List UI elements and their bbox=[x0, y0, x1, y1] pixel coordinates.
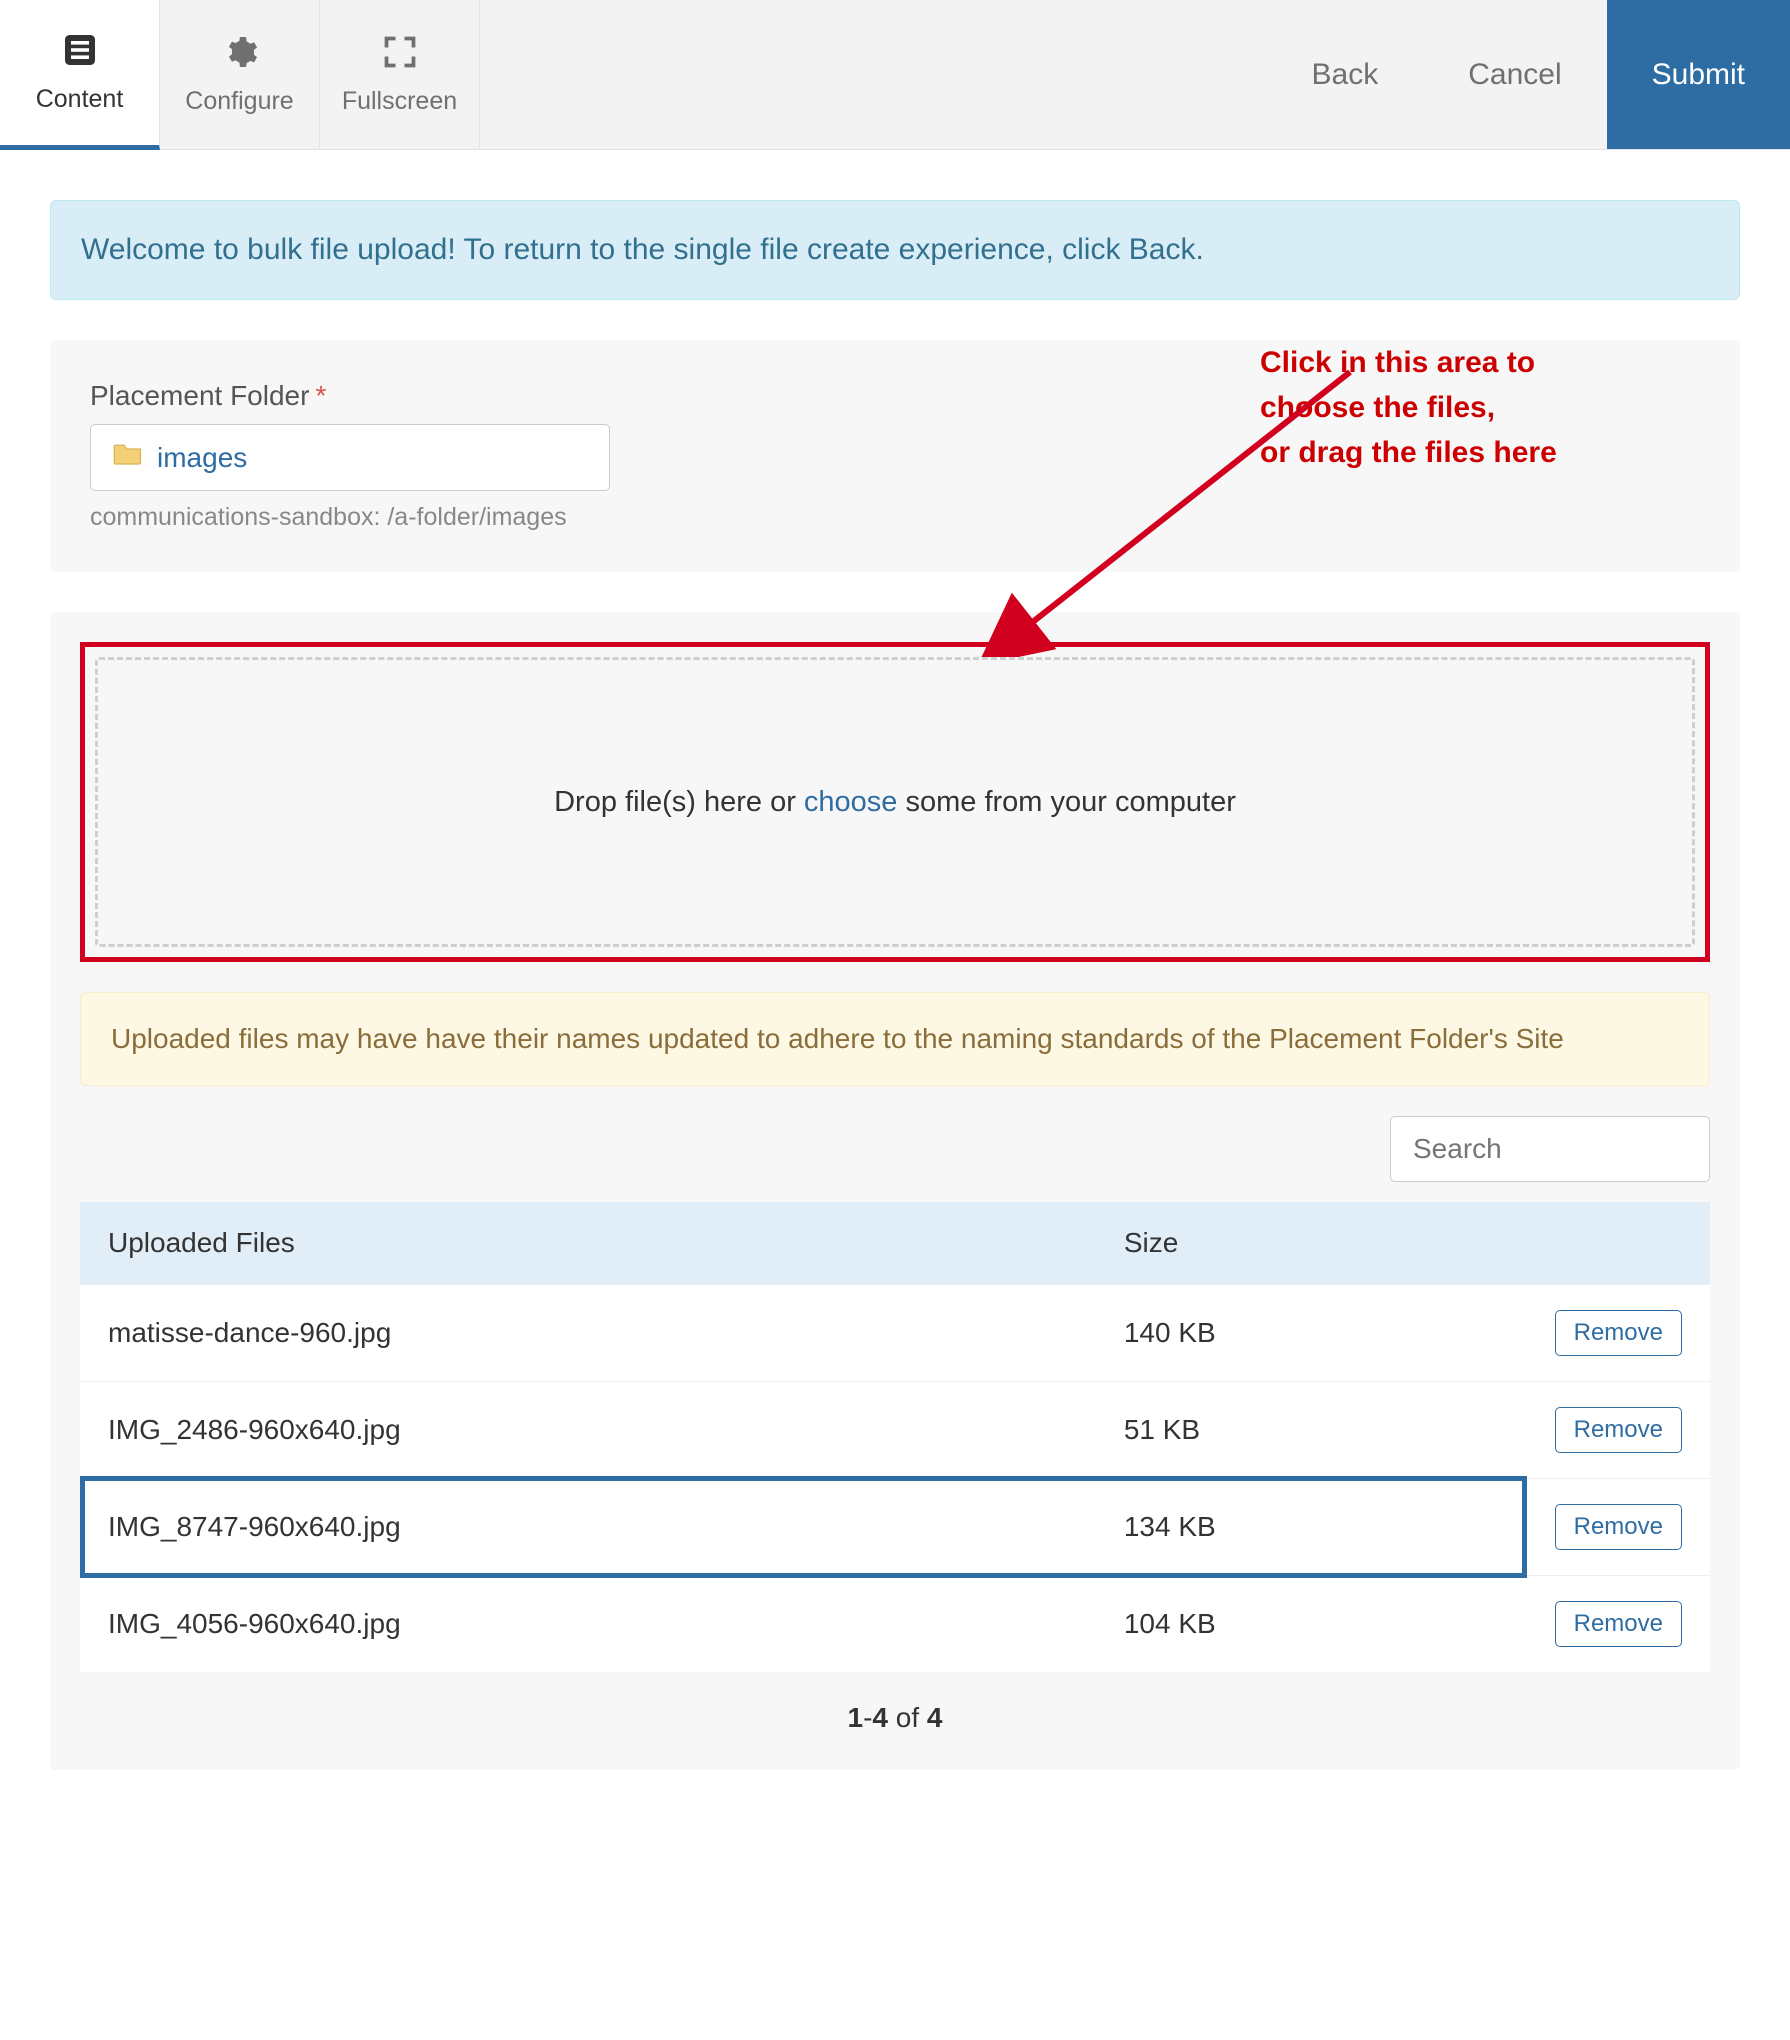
naming-warning: Uploaded files may have have their names… bbox=[80, 992, 1710, 1086]
tab-label: Configure bbox=[185, 87, 293, 116]
top-tab-bar: Content Configure Fullscreen Back Cancel… bbox=[0, 0, 1790, 150]
tab-label: Fullscreen bbox=[342, 87, 457, 116]
spacer bbox=[480, 0, 1267, 149]
col-header-file: Uploaded Files bbox=[80, 1202, 1096, 1285]
folder-selector[interactable]: images bbox=[90, 424, 610, 491]
file-actions-cell: Remove bbox=[1527, 1576, 1710, 1673]
col-header-size: Size bbox=[1096, 1202, 1527, 1285]
folder-name: images bbox=[157, 442, 247, 474]
search-input[interactable] bbox=[1390, 1116, 1710, 1182]
file-name-cell: matisse-dance-960.jpg bbox=[80, 1285, 1096, 1382]
pager-start: 1 bbox=[848, 1702, 864, 1733]
tab-configure[interactable]: Configure bbox=[160, 0, 320, 149]
remove-button[interactable]: Remove bbox=[1555, 1310, 1682, 1356]
cancel-link[interactable]: Cancel bbox=[1423, 0, 1606, 149]
tab-fullscreen[interactable]: Fullscreen bbox=[320, 0, 480, 149]
choose-files-link[interactable]: choose bbox=[804, 786, 898, 818]
placement-panel: Placement Folder * images communications… bbox=[50, 340, 1740, 572]
tab-content[interactable]: Content bbox=[0, 0, 160, 150]
file-size-cell: 134 KB bbox=[1096, 1479, 1527, 1576]
tab-label: Content bbox=[36, 85, 124, 114]
gear-icon bbox=[222, 34, 258, 77]
remove-button[interactable]: Remove bbox=[1555, 1407, 1682, 1453]
file-name-cell: IMG_2486-960x640.jpg bbox=[80, 1382, 1096, 1479]
required-asterisk: * bbox=[315, 380, 326, 412]
placement-label-text: Placement Folder bbox=[90, 380, 309, 412]
remove-button[interactable]: Remove bbox=[1555, 1601, 1682, 1647]
submit-button[interactable]: Submit bbox=[1607, 0, 1790, 149]
annotation-line: Click in this area to bbox=[1260, 340, 1680, 385]
welcome-banner: Welcome to bulk file upload! To return t… bbox=[50, 200, 1740, 300]
file-size-cell: 140 KB bbox=[1096, 1285, 1527, 1382]
file-actions-cell: Remove bbox=[1527, 1285, 1710, 1382]
pager-of: of bbox=[888, 1702, 927, 1733]
fullscreen-icon bbox=[382, 34, 418, 77]
pager-total: 4 bbox=[927, 1702, 943, 1733]
uploaded-files-table: Uploaded Files Size matisse-dance-960.jp… bbox=[80, 1202, 1710, 1672]
file-name-cell: IMG_4056-960x640.jpg bbox=[80, 1576, 1096, 1673]
file-size-cell: 104 KB bbox=[1096, 1576, 1527, 1673]
folder-icon bbox=[113, 441, 143, 474]
file-size-cell: 51 KB bbox=[1096, 1382, 1527, 1479]
file-actions-cell: Remove bbox=[1527, 1479, 1710, 1576]
remove-button[interactable]: Remove bbox=[1555, 1504, 1682, 1550]
table-row: IMG_8747-960x640.jpg134 KB Remove bbox=[80, 1479, 1710, 1576]
col-header-actions bbox=[1527, 1202, 1710, 1285]
table-row: IMG_2486-960x640.jpg51 KB Remove bbox=[80, 1382, 1710, 1479]
table-row: IMG_4056-960x640.jpg104 KB Remove bbox=[80, 1576, 1710, 1673]
dropzone-text-post: some from your computer bbox=[897, 786, 1235, 818]
dropzone-highlight: Drop file(s) here or choose some from yo… bbox=[80, 642, 1710, 962]
dropzone-text-pre: Drop file(s) here or bbox=[554, 786, 804, 818]
list-icon bbox=[62, 32, 98, 75]
annotation-line: choose the files, bbox=[1260, 385, 1680, 430]
folder-path: communications-sandbox: /a-folder/images bbox=[90, 503, 1700, 532]
instruction-annotation: Click in this area to choose the files, … bbox=[1260, 340, 1680, 475]
pager-end: 4 bbox=[872, 1702, 888, 1733]
annotation-line: or drag the files here bbox=[1260, 430, 1680, 475]
file-dropzone[interactable]: Drop file(s) here or choose some from yo… bbox=[95, 657, 1695, 947]
file-actions-cell: Remove bbox=[1527, 1382, 1710, 1479]
pagination-summary: 1-4 of 4 bbox=[80, 1702, 1710, 1734]
back-link[interactable]: Back bbox=[1267, 0, 1424, 149]
file-name-cell: IMG_8747-960x640.jpg bbox=[80, 1479, 1096, 1576]
dropzone-panel: Drop file(s) here or choose some from yo… bbox=[50, 612, 1740, 1770]
pager-dash: - bbox=[863, 1702, 872, 1733]
table-row: matisse-dance-960.jpg140 KB Remove bbox=[80, 1285, 1710, 1382]
